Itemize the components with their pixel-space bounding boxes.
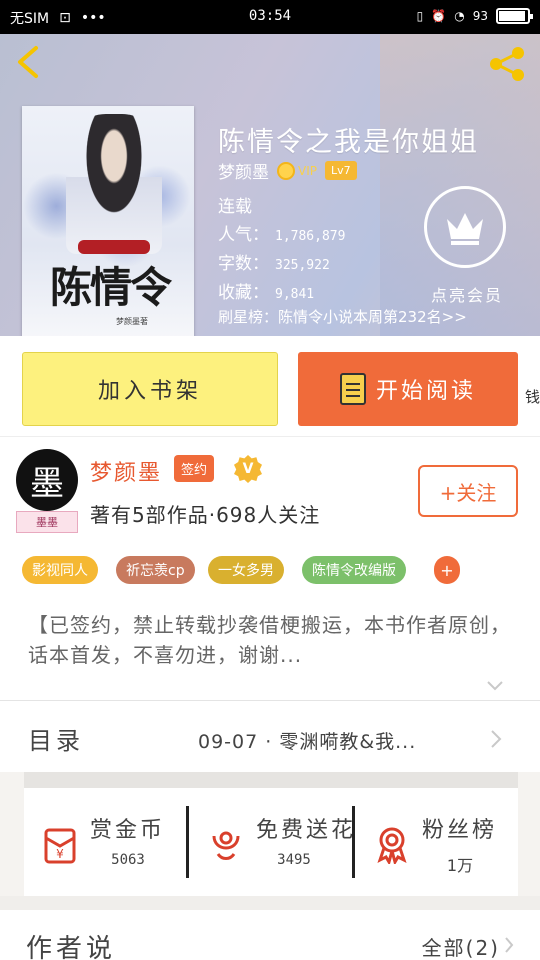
- flower-icon: [212, 831, 240, 860]
- start-reading-label: 开始阅读: [375, 379, 476, 404]
- avatar[interactable]: 墨: [16, 449, 78, 511]
- cover-figure: [66, 114, 162, 254]
- follow-button[interactable]: +关注: [418, 465, 518, 517]
- red-envelope-icon: ¥: [44, 828, 76, 864]
- author-section: 墨 墨墨 梦颜墨 签约 V 著有5部作品·698人关注 +关注: [0, 436, 540, 544]
- free-flower-value: 3495: [277, 852, 311, 868]
- member-button[interactable]: [424, 186, 506, 268]
- status-bar: 无SIM ⊡ ••• 03:54 ▯ ⏰ ◔ 93: [0, 0, 540, 34]
- signed-badge: 签约: [174, 455, 215, 482]
- tag-chip[interactable]: 陈情令改编版: [302, 556, 406, 584]
- intro-text: 【已签约，禁止转载抄袭借梗搬运，本书作者原创，话本首发，不喜勿进，谢谢...: [28, 613, 511, 667]
- battery-percent: 93: [472, 9, 488, 23]
- toc-row[interactable]: 目录 09-07 · 零渊嗬教&我...: [0, 700, 540, 772]
- tag-list: 影视同人 祈忘羡cp 一女多男 陈情令改编版 +: [0, 544, 540, 596]
- more-tags-button[interactable]: +: [434, 556, 460, 584]
- book-header: 陈情令 梦颜墨著 陈情令之我是你姐姐 梦颜墨 VIP Lv7 连载 人气： 1,7…: [0, 34, 540, 336]
- author-says-header[interactable]: 作者说 全部(2): [0, 910, 540, 960]
- start-reading-button[interactable]: 开始阅读: [298, 352, 518, 426]
- latest-chapter: 09-07 · 零渊嗬教&我...: [198, 731, 417, 753]
- collections-label: 收藏：: [218, 283, 269, 303]
- fans-rank-value: 1万: [446, 856, 474, 875]
- author-works-summary: 著有5部作品·698人关注: [90, 503, 321, 527]
- fans-rank-button[interactable]: 粉丝榜 1万: [356, 788, 521, 896]
- book-icon: [339, 373, 366, 405]
- chevron-right-icon: [505, 937, 514, 953]
- avatar-tag: 墨墨: [16, 511, 78, 533]
- alarm-icon: ⏰: [431, 9, 447, 23]
- book-cover[interactable]: 陈情令 梦颜墨著: [22, 106, 194, 336]
- free-flower-label: 免费送花: [256, 818, 357, 843]
- reward-coins-button[interactable]: ¥ 赏金币 5063: [24, 788, 189, 896]
- author-row: 梦颜墨 VIP Lv7: [218, 158, 357, 183]
- cover-ribbon: [78, 240, 150, 254]
- rank-link[interactable]: 刷星榜：陈情令小说本周第232名>>: [218, 306, 467, 327]
- book-title: 陈情令之我是你姐姐: [218, 127, 479, 158]
- section-divider: [24, 772, 518, 788]
- svg-text:¥: ¥: [56, 847, 64, 861]
- vip-label: VIP: [298, 163, 317, 178]
- add-to-shelf-button[interactable]: 加入书架: [22, 352, 278, 426]
- reward-coins-value: 5063: [111, 852, 145, 868]
- vibrate-icon: ▯: [416, 9, 424, 23]
- popularity-row: 人气： 1,786,879: [218, 220, 345, 245]
- book-intro[interactable]: 【已签约，禁止转载抄袭借梗搬运，本书作者原创，话本首发，不喜勿进，谢谢...: [0, 596, 540, 700]
- chevron-left-icon: [18, 46, 38, 78]
- money-side-tab[interactable]: 钱: [522, 386, 540, 407]
- section-divider: [0, 896, 540, 910]
- author-name-link[interactable]: 梦颜墨: [90, 455, 162, 487]
- popularity-label: 人气：: [218, 225, 269, 245]
- share-button[interactable]: [488, 46, 528, 82]
- chevron-down-icon[interactable]: [486, 680, 504, 692]
- level-badge: Lv7: [324, 161, 357, 180]
- member-label[interactable]: 点亮会员: [424, 282, 510, 306]
- wifi-icon: ◔: [454, 9, 465, 23]
- back-button[interactable]: [14, 44, 44, 80]
- cover-author: 梦颜墨著: [116, 317, 148, 326]
- crown-icon: [447, 213, 483, 245]
- toc-label: 目录: [28, 727, 84, 755]
- words-row: 字数： 325,922: [218, 249, 330, 274]
- vip-badge: VIP: [277, 161, 317, 180]
- words-label: 字数：: [218, 254, 269, 274]
- words-value: 325,922: [275, 258, 330, 273]
- action-bar: 加入书架 开始阅读 钱: [0, 336, 540, 436]
- author-says-all-link[interactable]: 全部(2): [422, 932, 500, 960]
- vip-crown-icon: [277, 161, 295, 180]
- battery-icon: [496, 8, 533, 24]
- collections-value: 9,841: [275, 287, 315, 302]
- stat-divider: [352, 806, 355, 878]
- fans-rank-label: 粉丝榜: [422, 818, 498, 843]
- cover-title: 陈情令: [49, 263, 172, 312]
- tag-chip[interactable]: 影视同人: [22, 556, 98, 584]
- tag-chip[interactable]: 祈忘羡cp: [116, 556, 195, 584]
- serial-status: 连载: [218, 197, 252, 217]
- verified-icon: V: [234, 455, 262, 483]
- stat-divider: [186, 806, 189, 878]
- free-flower-button[interactable]: 免费送花 3495: [190, 788, 355, 896]
- share-icon: [490, 47, 524, 81]
- popularity-value: 1,786,879: [275, 229, 346, 244]
- author-name[interactable]: 梦颜墨: [218, 158, 269, 183]
- stats-bar: ¥ 赏金币 5063 免费送花 3495 粉丝榜 1万: [24, 788, 518, 896]
- author-says-label: 作者说: [26, 934, 117, 960]
- collections-row: 收藏： 9,841: [218, 278, 314, 303]
- reward-coins-label: 赏金币: [90, 818, 166, 843]
- chevron-right-icon: [491, 730, 502, 748]
- tag-chip[interactable]: 一女多男: [208, 556, 284, 584]
- medal-icon: [377, 827, 407, 864]
